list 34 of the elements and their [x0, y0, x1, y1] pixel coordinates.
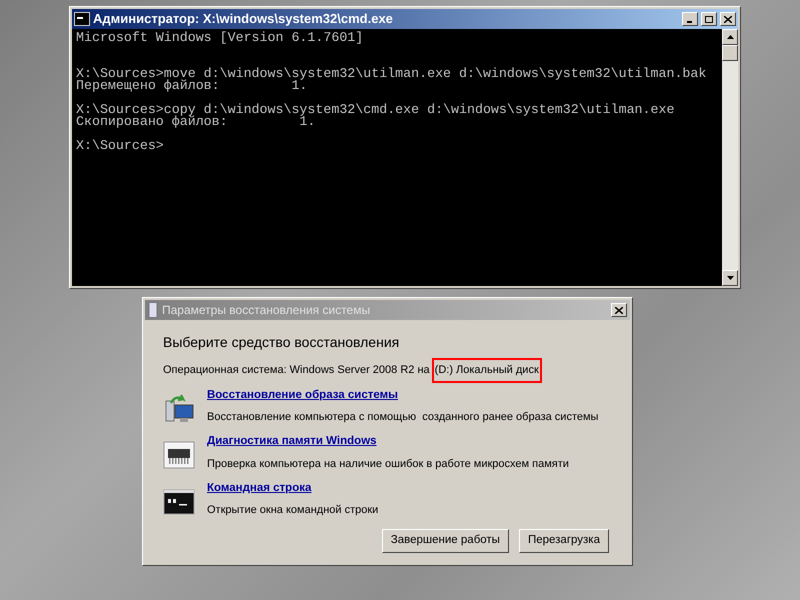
window-title: Параметры восстановления системы: [162, 302, 370, 319]
console-line: X:\Sources>: [76, 140, 165, 152]
console-icon: [74, 12, 90, 26]
os-label: Операционная система: Windows Server 2008 R2 на: [163, 363, 430, 378]
down-arrow-icon: [726, 276, 734, 280]
console-line: Скопировано файлов: 1.: [76, 116, 316, 128]
maximize-icon: [705, 16, 713, 22]
up-arrow-icon: [726, 35, 734, 39]
console-line: Перемещено файлов: 1.: [76, 80, 308, 92]
minimize-button[interactable]: [682, 12, 698, 26]
maximize-button[interactable]: [701, 12, 717, 26]
console-line: X:\Sources>copy d:\windows\system32\cmd.exe d:\windows\system32\utilman.exe: [76, 104, 676, 116]
dialog-heading: Выберите средство восстановления: [163, 333, 400, 352]
dialog-button[interactable]: Завершение работы: [382, 528, 509, 553]
dialog-button[interactable]: Перезагрузка: [518, 528, 609, 553]
scroll-down-button[interactable]: [722, 270, 738, 286]
computer-restore-icon: [163, 392, 195, 424]
tool-link[interactable]: Командная строка: [207, 480, 378, 498]
tool-description: Открытие окна командной строки: [207, 503, 378, 518]
tool-link[interactable]: Диагностика памяти Windows: [207, 433, 569, 450]
highlighted-disk-label: (D:) Локальный диск: [432, 358, 542, 382]
tool-description: Восстановление компьютера с помощью созданного ранее образа системы: [207, 410, 598, 425]
scroll-up-button[interactable]: [722, 29, 738, 45]
tool-link[interactable]: Восстановление образа системы: [207, 386, 598, 404]
close-button[interactable]: [611, 303, 627, 317]
memory-chip-icon: [163, 439, 195, 472]
window-title: Администратор: X:\windows\system32\cmd.exe: [93, 10, 393, 28]
console-line: Microsoft Windows [Version 6.1.7601]: [76, 32, 364, 44]
close-icon: [615, 306, 623, 314]
close-button[interactable]: [720, 12, 736, 26]
console-line: X:\Sources>move d:\windows\system32\utilman.exe d:\windows\system32\utilman.bak: [76, 68, 708, 80]
close-icon: [724, 16, 732, 22]
scroll-thumb[interactable]: [722, 45, 738, 61]
tool-description: Проверка компьютера на наличие ошибок в работе микросхем памяти: [207, 456, 569, 472]
